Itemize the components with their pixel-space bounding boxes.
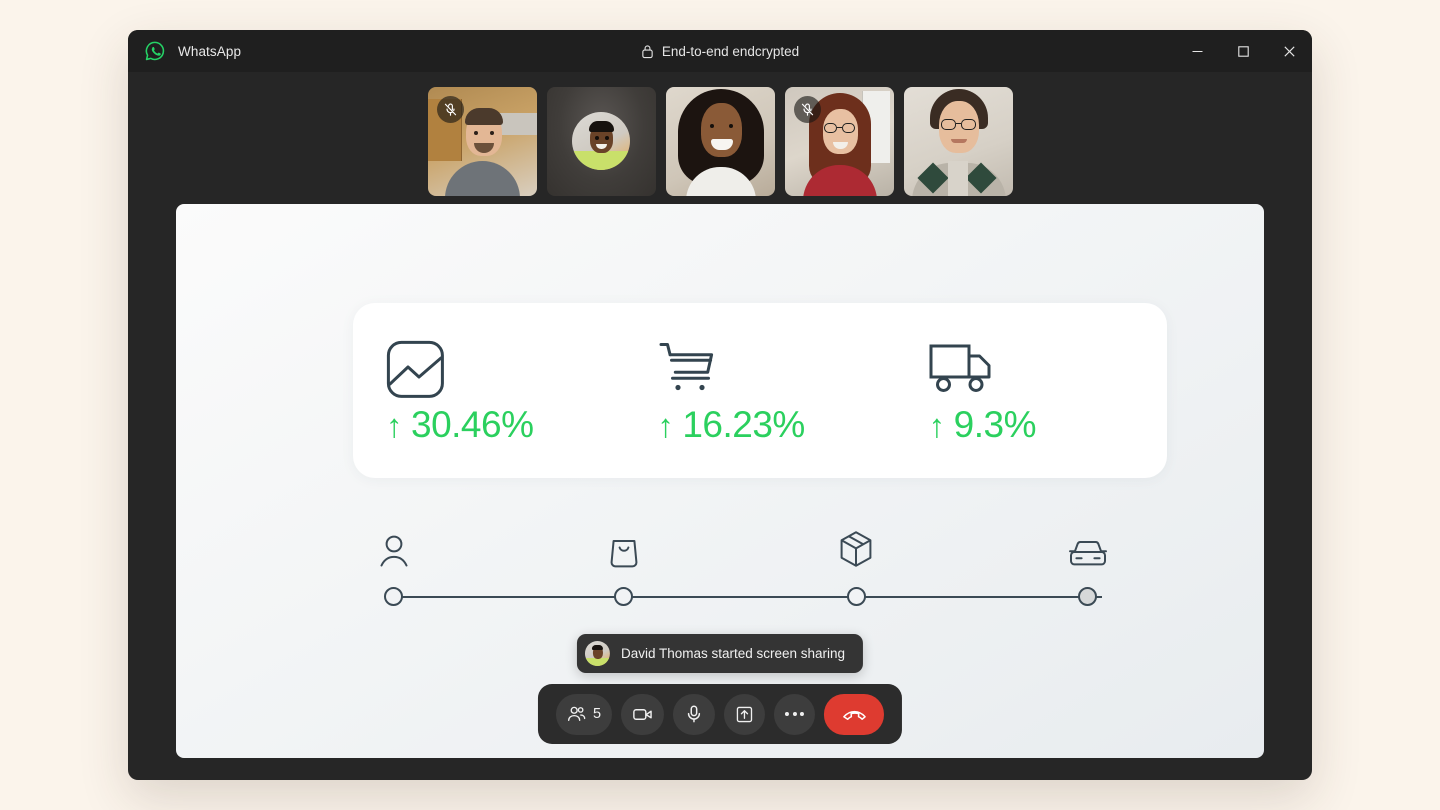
encryption-label: End-to-end endcrypted	[661, 43, 800, 59]
avatar	[572, 112, 630, 170]
share-screen-icon	[735, 705, 754, 724]
delivery-truck-icon	[929, 338, 1167, 400]
participant-tile[interactable]	[427, 86, 537, 196]
title-bar-left: WhatsApp	[128, 40, 241, 62]
car-icon	[1068, 522, 1107, 568]
camera-button[interactable]	[621, 693, 665, 735]
microphone-icon	[684, 704, 704, 724]
toast-message: David Thomas started screen sharing	[620, 646, 846, 661]
encryption-indicator: End-to-end endcrypted	[128, 44, 1312, 59]
progress-stepper	[380, 522, 1107, 612]
chart-image-icon	[386, 338, 624, 400]
stepper-node[interactable]	[384, 586, 404, 606]
stat-value: ↑ 9.3%	[929, 406, 1167, 443]
call-control-bar: 5	[537, 684, 903, 744]
stat-value: ↑ 30.46%	[386, 406, 624, 443]
window-controls	[1174, 30, 1312, 72]
participant-tile[interactable]	[546, 86, 656, 196]
more-options-button[interactable]	[774, 693, 816, 735]
participant-tile[interactable]	[665, 86, 775, 196]
title-bar: WhatsApp End-to-end endcrypted	[128, 30, 1312, 72]
up-arrow-icon: ↑	[386, 407, 403, 444]
person-icon	[379, 522, 409, 568]
stepper-node[interactable]	[1078, 586, 1098, 606]
shopping-cart-icon	[657, 338, 895, 400]
people-icon	[567, 705, 586, 724]
stepper-node[interactable]	[614, 586, 634, 606]
participant-video-strip	[128, 72, 1312, 204]
participant-video	[665, 86, 775, 196]
mic-off-icon	[436, 95, 464, 123]
close-button[interactable]	[1266, 30, 1312, 72]
share-screen-button[interactable]	[724, 693, 766, 735]
participants-button[interactable]: 5	[555, 693, 613, 735]
stat-item: ↑ 9.3%	[896, 338, 1167, 443]
stepper-track	[389, 596, 1102, 598]
stat-value: ↑ 16.23%	[657, 406, 895, 443]
maximize-button[interactable]	[1220, 30, 1266, 72]
minimize-button[interactable]	[1174, 30, 1220, 72]
package-box-icon	[839, 522, 873, 568]
stepper-icons	[380, 522, 1107, 568]
stat-percent: 30.46%	[411, 404, 534, 445]
stat-percent: 9.3%	[953, 404, 1037, 445]
participant-tile[interactable]	[784, 86, 894, 196]
video-camera-icon	[632, 704, 653, 725]
stat-percent: 16.23%	[682, 404, 805, 445]
stepper-node[interactable]	[846, 586, 866, 606]
end-call-button[interactable]	[824, 693, 885, 735]
participant-tile[interactable]	[903, 86, 1013, 196]
up-arrow-icon: ↑	[657, 407, 674, 444]
stat-item: ↑ 30.46%	[353, 338, 624, 443]
end-call-icon	[842, 706, 867, 723]
whatsapp-window: WhatsApp End-to-end endcrypted ↑ 30.46% …	[128, 30, 1312, 780]
microphone-button[interactable]	[673, 693, 716, 735]
whatsapp-logo-icon	[144, 40, 166, 62]
shopping-bag-icon	[609, 522, 639, 568]
mic-off-icon	[793, 95, 821, 123]
shared-screen-area: ↑ 30.46% ↑ 16.23% ↑ 9.3% David Thomas st…	[176, 204, 1264, 758]
participant-video	[903, 86, 1013, 196]
more-dots-icon	[785, 712, 805, 716]
up-arrow-icon: ↑	[928, 407, 946, 444]
app-name-label: WhatsApp	[178, 43, 242, 59]
stat-item: ↑ 16.23%	[624, 338, 895, 443]
avatar	[584, 641, 610, 666]
participant-count: 5	[592, 706, 602, 722]
lock-icon	[641, 44, 654, 59]
stats-card: ↑ 30.46% ↑ 16.23% ↑ 9.3%	[353, 303, 1167, 478]
screen-share-toast: David Thomas started screen sharing	[576, 634, 864, 673]
